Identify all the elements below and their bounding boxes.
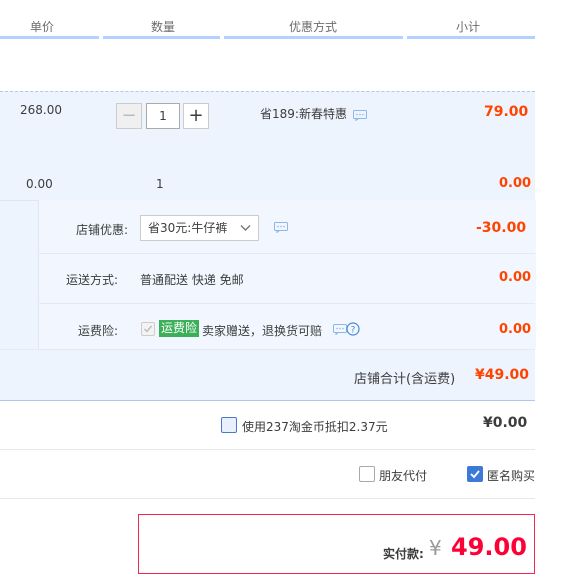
anonymous-checkbox[interactable] — [467, 466, 483, 482]
divider — [0, 449, 535, 450]
header-divider — [0, 36, 99, 39]
shop-discount-selected: 省30元:牛仔裤 — [148, 221, 228, 235]
message-icon[interactable] — [274, 222, 288, 233]
shipping-amount: 0.00 — [499, 270, 532, 285]
currency-symbol: ¥ — [429, 536, 442, 560]
coins-amount: ¥0.00 — [483, 415, 528, 431]
shop-discount-amount: -30.00 — [476, 220, 527, 236]
item2-subtotal: 0.00 — [499, 176, 532, 191]
header-divider — [224, 36, 403, 39]
item-subtotal: 79.00 — [484, 104, 529, 120]
shop-discount-select[interactable]: 省30元:牛仔裤 — [140, 215, 259, 241]
insurance-tag: 运费险 — [159, 320, 200, 337]
row-divider — [0, 349, 535, 350]
help-icon[interactable]: ? — [346, 322, 360, 336]
coins-checkbox[interactable] — [221, 417, 237, 433]
insurance-amount: 0.00 — [499, 322, 532, 337]
quantity-increase-button[interactable]: + — [183, 103, 209, 129]
chevron-down-icon — [240, 225, 251, 231]
friend-pay-checkbox[interactable] — [359, 466, 375, 482]
payment-amount: 49.00 — [451, 533, 527, 561]
anonymous-label: 匿名购买 — [487, 469, 536, 483]
friend-pay-label: 朋友代付 — [379, 469, 428, 483]
divider — [0, 498, 535, 499]
check-icon — [470, 470, 480, 479]
insurance-checkbox[interactable] — [141, 322, 155, 336]
shipping-method: 普通配送 快递 免邮 — [140, 273, 244, 287]
header-quantity: 数量 — [150, 20, 175, 34]
svg-text:?: ? — [351, 326, 356, 336]
shop-total-label: 店铺合计(含运费) — [354, 372, 456, 387]
row-divider — [38, 253, 535, 254]
check-icon — [144, 325, 153, 333]
item-discount-text: 省189:新春特惠 — [260, 107, 347, 121]
header-subtotal: 小计 — [455, 20, 480, 34]
item-unit-price: 268.00 — [20, 103, 62, 117]
quantity-decrease-button[interactable]: − — [116, 103, 142, 129]
insurance-label: 运费险: — [77, 324, 118, 338]
row-divider — [38, 303, 535, 304]
header-divider — [407, 36, 535, 39]
header-unit-price: 单价 — [29, 20, 54, 34]
item2-unit-price: 0.00 — [26, 177, 53, 191]
item2-quantity: 1 — [156, 177, 164, 191]
shop-total-amount: ¥49.00 — [475, 367, 530, 383]
coins-label: 使用237淘金币抵扣2.37元 — [242, 420, 388, 434]
quantity-input[interactable]: 1 — [146, 103, 180, 129]
section-divider — [0, 400, 535, 401]
shop-discount-label: 店铺优惠: — [75, 223, 128, 237]
insurance-text: 卖家赠送，退换货可赔 — [202, 324, 323, 338]
header-divider — [103, 36, 220, 39]
header-discount: 优惠方式 — [288, 20, 337, 34]
payment-label: 实付款: — [383, 547, 424, 561]
shipping-label: 运送方式: — [65, 273, 118, 287]
message-icon[interactable] — [333, 324, 347, 335]
message-icon[interactable] — [353, 110, 367, 121]
